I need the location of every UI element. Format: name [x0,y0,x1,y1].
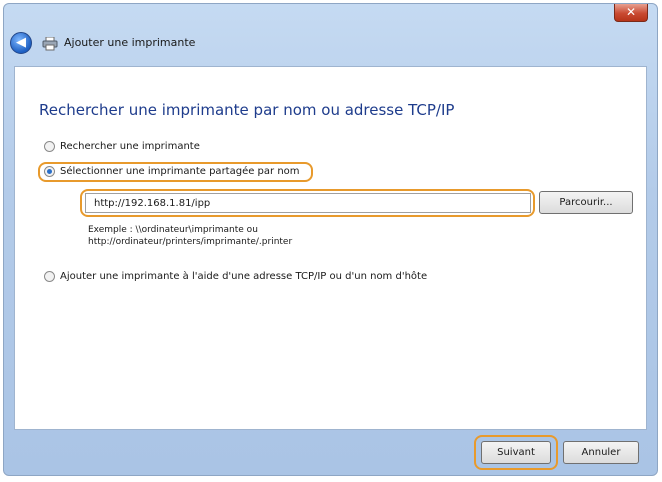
option-search-printer[interactable]: Rechercher une imprimante [44,141,200,152]
example-hint: Exemple : \\ordinateur\imprimante ou htt… [88,224,292,248]
example-line-2: http://ordinateur/printers/imprimante/.p… [88,237,293,247]
page-heading: Rechercher une imprimante par nom ou adr… [39,101,455,119]
option-shared-by-name-label: Sélectionner une imprimante partagée par… [60,166,300,177]
content-panel: Rechercher une imprimante par nom ou adr… [14,66,647,430]
option-tcpip-label: Ajouter une imprimante à l'aide d'une ad… [60,271,428,282]
radio-shared-by-name[interactable] [44,166,55,177]
option-shared-by-name[interactable]: Sélectionner une imprimante partagée par… [44,166,300,177]
example-line-1: Exemple : \\ordinateur\imprimante ou [88,225,258,235]
cancel-button[interactable]: Annuler [563,441,639,464]
back-arrow-icon: ◀ [16,35,26,50]
close-icon: ✕ [625,5,637,19]
close-button[interactable]: ✕ [614,4,648,22]
option-search-printer-label: Rechercher une imprimante [60,141,200,152]
option-tcpip[interactable]: Ajouter une imprimante à l'aide d'une ad… [44,271,427,282]
printer-url-input[interactable] [85,193,531,213]
dialog-window: ✕ ◀ Ajouter une imprimante Rechercher un… [3,3,658,476]
back-button[interactable]: ◀ [10,32,32,54]
radio-tcpip[interactable] [44,271,55,282]
window-title: Ajouter une imprimante [64,36,196,49]
next-button[interactable]: Suivant [481,441,551,464]
browse-button[interactable]: Parcourir... [539,191,633,214]
radio-search-printer[interactable] [44,141,55,152]
printer-icon [42,37,58,51]
